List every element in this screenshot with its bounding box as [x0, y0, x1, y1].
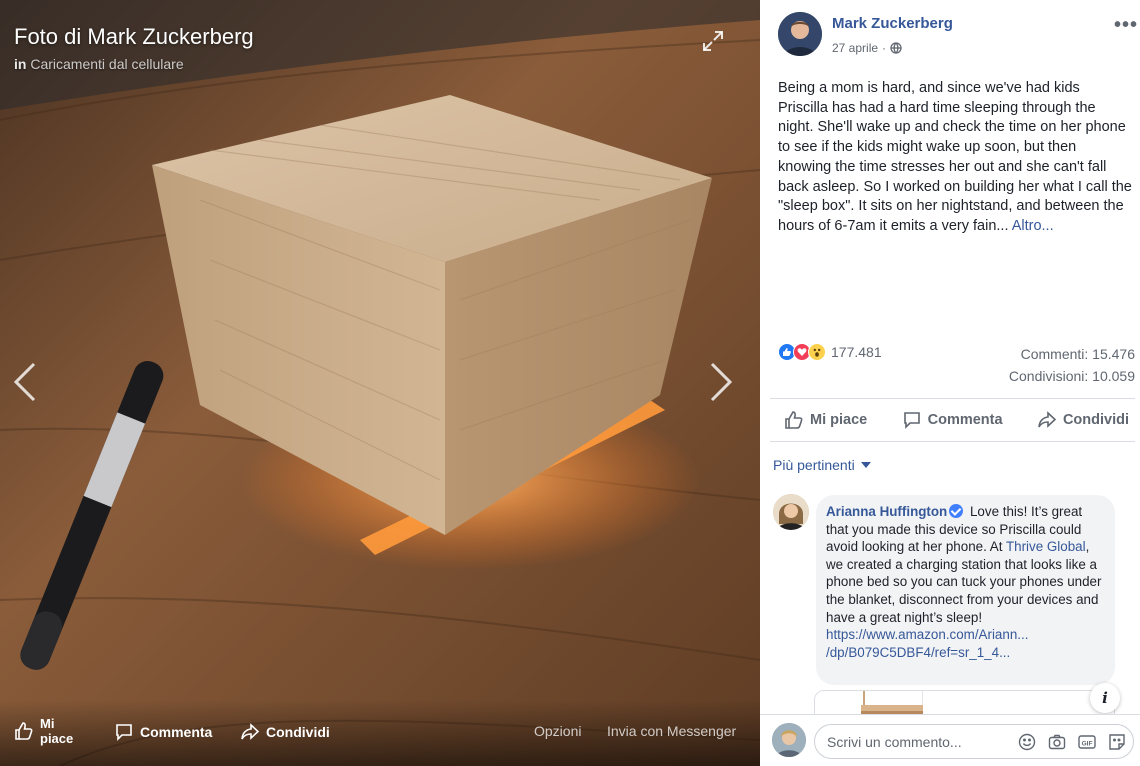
chevron-left-icon[interactable] [10, 360, 40, 404]
viewer-like-button[interactable]: Mi piace [14, 716, 80, 746]
viewer-title: Foto di Mark Zuckerberg [14, 24, 254, 49]
like-label: Mi piace [810, 412, 868, 428]
comment-icon [116, 724, 132, 741]
post-date[interactable]: 27 aprile [832, 41, 878, 55]
comment-icon [903, 412, 920, 429]
reactions-count: 177.481 [831, 344, 882, 360]
shares-count[interactable]: Condivisioni: 10.059 [1009, 368, 1135, 384]
album-breadcrumb: in Caricamenti dal cellulare [14, 56, 184, 72]
expand-icon[interactable] [700, 28, 726, 54]
comment-url-line1[interactable]: https://www.amazon.com/Ariann... [826, 627, 1028, 642]
viewer-comment-label: Commenta [140, 724, 213, 740]
mention-link[interactable]: Thrive Global [1006, 539, 1086, 554]
sticker-icon[interactable] [1108, 733, 1126, 751]
share-icon [1038, 411, 1057, 428]
like-button[interactable]: Mi piace [784, 410, 867, 430]
see-more-link[interactable]: Altro... [1012, 218, 1054, 234]
author-avatar[interactable] [778, 12, 822, 56]
post-meta: 27 aprile · [832, 41, 902, 55]
album-link[interactable]: Caricamenti dal cellulare [30, 56, 183, 72]
wow-reaction-icon [808, 343, 826, 361]
commenter-avatar[interactable] [773, 494, 809, 530]
comments-count[interactable]: Commenti: 15.476 [1021, 346, 1135, 362]
comment-url-line2[interactable]: /dp/B079C5DBF4/ref=sr_1_4... [826, 645, 1010, 660]
comment-filter-dropdown[interactable]: Più pertinenti [773, 457, 871, 473]
photo-sleep-box[interactable] [0, 0, 760, 766]
viewer-like-label: Mi piace [40, 716, 74, 746]
globe-icon[interactable] [890, 42, 902, 54]
post-action-row: Mi piace Commenta Condividi [770, 398, 1135, 442]
comment-bubble: Arianna Huffington Love this! It’s great… [816, 495, 1115, 685]
photo-viewer: Foto di Mark Zuckerberg in Caricamenti d… [0, 0, 760, 766]
post-body: Being a mom is hard, and since we've had… [778, 80, 1132, 234]
caret-down-icon [860, 462, 871, 468]
like-icon [785, 411, 803, 429]
share-icon [241, 723, 260, 740]
send-messenger-link[interactable]: Invia con Messenger [607, 723, 736, 739]
meta-separator: · [882, 41, 887, 55]
comment-button[interactable]: Commenta [902, 410, 1003, 430]
info-icon[interactable]: i [1090, 683, 1120, 713]
comment-composer: GIF [760, 714, 1140, 766]
like-icon [15, 722, 33, 740]
comment-label: Commenta [927, 412, 1003, 428]
post-text: Being a mom is hard, and since we've had… [778, 79, 1132, 237]
in-label: in [14, 56, 27, 72]
verified-badge-icon [949, 504, 964, 518]
svg-text:GIF: GIF [1082, 741, 1093, 748]
options-link[interactable]: Opzioni [534, 723, 581, 739]
reactions-summary[interactable]: 177.481 [778, 343, 882, 361]
viewer-share-label: Condividi [266, 724, 330, 740]
post-panel: Mark Zuckerberg 27 aprile · ••• Being a … [760, 0, 1140, 766]
composer-tools: GIF [1018, 733, 1126, 751]
emoji-icon[interactable] [1018, 733, 1036, 751]
post-options-button[interactable]: ••• [1114, 14, 1138, 37]
comment-filter-label: Più pertinenti [773, 457, 855, 473]
chevron-right-icon[interactable] [706, 360, 736, 404]
share-button[interactable]: Condividi [1037, 410, 1129, 430]
current-user-avatar [772, 723, 806, 757]
viewer-comment-button[interactable]: Commenta [114, 722, 212, 742]
comment-author[interactable]: Arianna Huffington [826, 504, 947, 519]
post-author-name[interactable]: Mark Zuckerberg [832, 15, 953, 32]
share-label: Condividi [1062, 412, 1129, 428]
viewer-share-button[interactable]: Condividi [240, 722, 330, 742]
gif-icon[interactable]: GIF [1078, 733, 1096, 751]
camera-icon[interactable] [1048, 733, 1066, 751]
